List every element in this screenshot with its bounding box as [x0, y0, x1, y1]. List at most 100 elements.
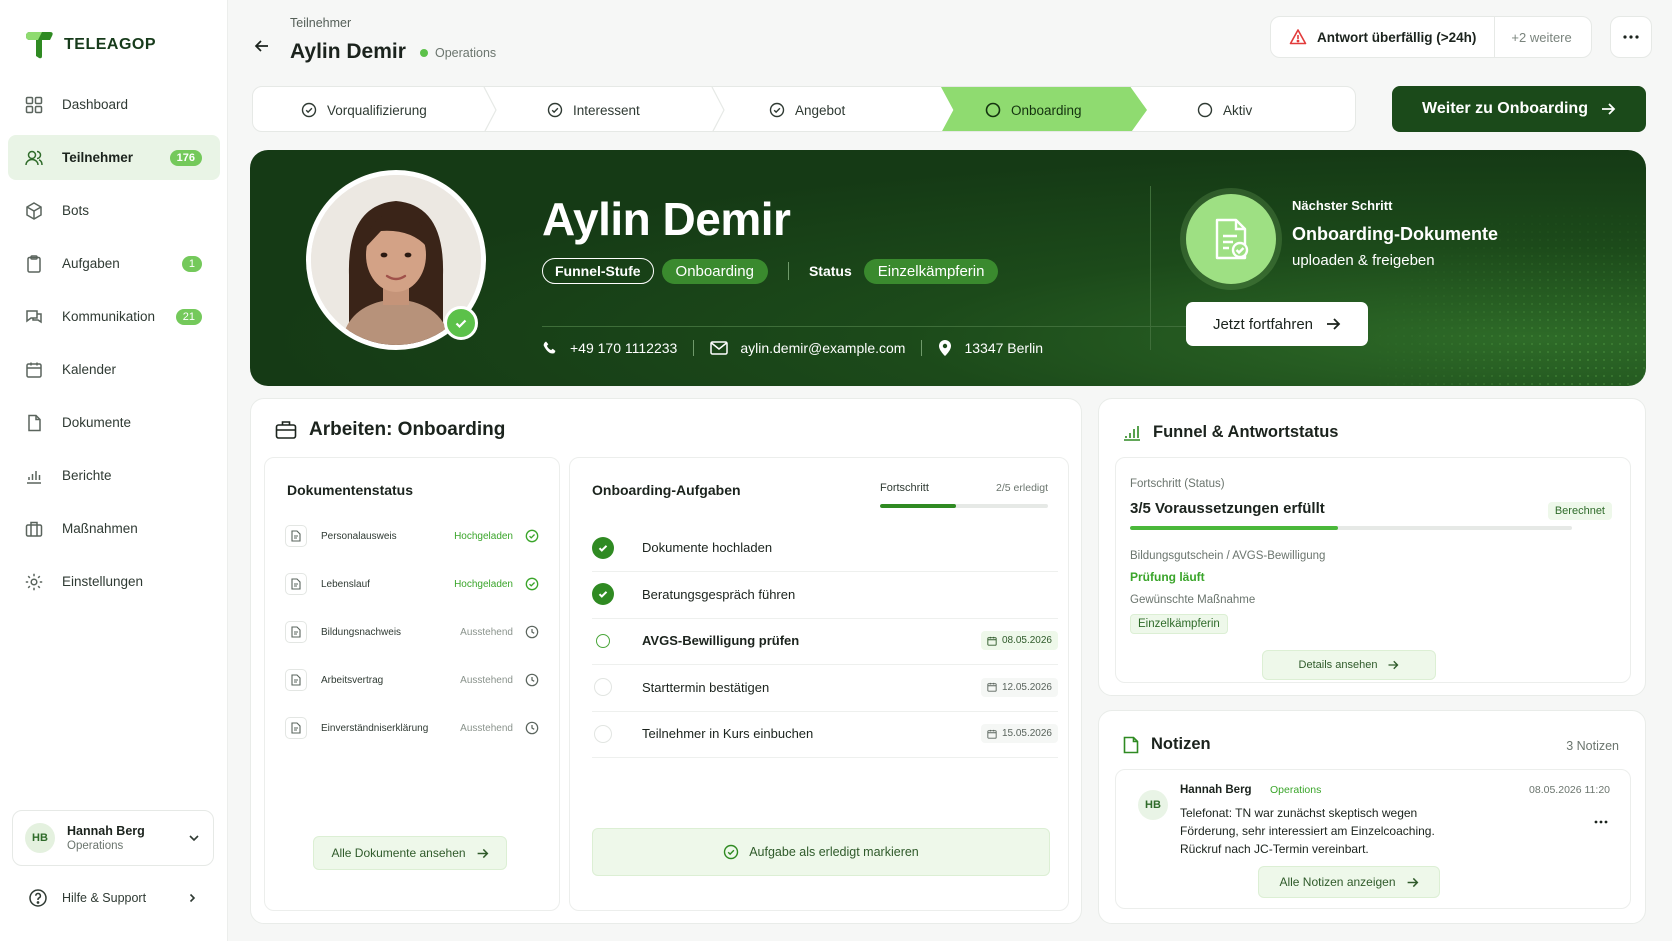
- task-checkbox[interactable]: [594, 678, 612, 696]
- clock-icon: [525, 625, 539, 639]
- continue-button[interactable]: Jetzt fortfahren: [1186, 302, 1368, 346]
- step-angebot[interactable]: Angebot: [769, 87, 845, 131]
- task-row[interactable]: Teilnehmer in Kurs einbuchen 15.05.2026: [592, 710, 1058, 758]
- document-row[interactable]: Lebenslauf Hochgeladen: [285, 572, 539, 596]
- document-icon: [285, 525, 307, 547]
- task-due-date: 12.05.2026: [980, 677, 1058, 697]
- calendar-icon: [987, 682, 997, 692]
- breadcrumb[interactable]: Teilnehmer: [290, 16, 351, 30]
- status-tags: Funnel-Stufe Onboarding Status Einzelkäm…: [542, 258, 999, 284]
- document-icon: [285, 717, 307, 739]
- task-name: Teilnehmer in Kurs einbuchen: [642, 726, 814, 741]
- continue-label: Jetzt fortfahren: [1212, 315, 1314, 333]
- document-icon: [285, 573, 307, 595]
- user-menu[interactable]: HB Hannah Berg Operations: [12, 810, 214, 866]
- note-options-button[interactable]: [1594, 820, 1608, 824]
- overdue-alert[interactable]: Antwort überfällig (>24h): [1271, 17, 1496, 57]
- measure-label: Gewünschte Maßnahme: [1130, 594, 1256, 606]
- button-label: Aufgabe als erledigt markieren: [749, 845, 919, 859]
- next-step-icon-wrapper: [1186, 194, 1276, 284]
- task-name: Beratungsgespräch führen: [642, 586, 796, 602]
- chevron-right-icon: [189, 893, 196, 903]
- email-contact[interactable]: aylin.demir@example.com: [710, 340, 905, 356]
- measure-badge: Einzelkämpferin: [1130, 614, 1228, 634]
- arrow-right-icon: [1601, 103, 1616, 115]
- sidebar-item-dashboard[interactable]: Dashboard: [8, 82, 220, 127]
- document-icon: [285, 621, 307, 643]
- task-done-icon[interactable]: [592, 583, 614, 605]
- all-notes-button[interactable]: Alle Notizen anzeigen: [1258, 866, 1440, 898]
- funnel-stepper: Vorqualifizierung Interessent Angebot On…: [252, 86, 1356, 132]
- step-onboarding[interactable]: Onboarding: [985, 87, 1082, 131]
- team-indicator: Operations: [420, 46, 496, 60]
- task-row[interactable]: Dokumente hochladen: [592, 524, 1058, 572]
- sidebar-item-label: Teilnehmer: [62, 150, 134, 165]
- sidebar-item-kommunikation[interactable]: Kommunikation 21: [8, 294, 220, 339]
- sidebar-item-label: Aufgaben: [62, 256, 120, 271]
- document-row[interactable]: Einverständniserklärung Ausstehend: [285, 716, 539, 740]
- phone-contact[interactable]: +49 170 1112233: [542, 340, 677, 356]
- chevron-down-icon: [189, 835, 199, 842]
- details-button[interactable]: Details ansehen: [1262, 650, 1436, 680]
- funnel-panel: Funnel & Antwortstatus Fortschritt (Stat…: [1098, 398, 1646, 696]
- step-aktiv[interactable]: Aktiv: [1197, 87, 1252, 131]
- step-label: Onboarding: [1011, 102, 1082, 118]
- note-line: Förderung, sehr interessiert am Einzelco…: [1180, 824, 1435, 838]
- help-label: Hilfe & Support: [62, 891, 147, 905]
- participant-name: Aylin Demir: [542, 193, 791, 245]
- progress-fill: [880, 504, 956, 508]
- sidebar-item-massnahmen[interactable]: Maßnahmen: [8, 506, 220, 551]
- sidebar-item-bots[interactable]: Bots: [8, 188, 220, 233]
- profile-hero: Aylin Demir Funnel-Stufe Onboarding Stat…: [250, 150, 1646, 386]
- arrow-right-icon: [1388, 660, 1399, 670]
- advance-stage-button[interactable]: Weiter zu Onboarding: [1392, 86, 1646, 132]
- back-arrow-icon[interactable]: [252, 36, 272, 56]
- task-open-checkbox[interactable]: [596, 633, 610, 648]
- task-checkbox[interactable]: [594, 724, 612, 743]
- document-status: Hochgeladen: [454, 530, 513, 542]
- sidebar-item-dokumente[interactable]: Dokumente: [8, 400, 220, 445]
- document-status: Hochgeladen: [454, 578, 513, 590]
- mark-task-done-button[interactable]: Aufgabe als erledigt markieren: [592, 828, 1050, 876]
- button-label: Alle Dokumente ansehen: [331, 846, 466, 860]
- divider: [921, 340, 923, 356]
- step-vorqualifizierung[interactable]: Vorqualifizierung: [301, 87, 427, 131]
- document-row[interactable]: Personalausweis Hochgeladen: [285, 524, 539, 548]
- count-badge: 21: [175, 308, 202, 325]
- document-status: Ausstehend: [460, 626, 513, 638]
- notes-panel-header: Notizen: [1123, 735, 1211, 754]
- document-row[interactable]: Arbeitsvertrag Ausstehend: [285, 668, 539, 692]
- task-due-date: 08.05.2026: [980, 631, 1058, 650]
- sidebar-item-berichte[interactable]: Berichte: [8, 453, 220, 498]
- button-label: Details ansehen: [1298, 659, 1378, 671]
- sidebar-item-kalender[interactable]: Kalender: [8, 347, 220, 392]
- sidebar-item-teilnehmer[interactable]: Teilnehmer 176: [8, 135, 220, 180]
- sidebar-item-label: Bots: [62, 203, 90, 218]
- task-row[interactable]: Beratungsgespräch führen: [592, 571, 1058, 619]
- task-due-date: 15.05.2026: [980, 724, 1058, 743]
- more-alerts-link[interactable]: +2 weitere: [1495, 30, 1587, 45]
- note-team: Operations: [1270, 784, 1322, 796]
- alert-text: Antwort überfällig (>24h): [1317, 29, 1477, 45]
- more-options-button[interactable]: [1610, 16, 1652, 58]
- sidebar-item-aufgaben[interactable]: Aufgaben 1: [8, 241, 220, 286]
- bar-chart-icon: [1124, 425, 1140, 441]
- task-date-text: 15.05.2026: [1001, 728, 1052, 739]
- document-row[interactable]: Bildungsnachweis Ausstehend: [285, 620, 539, 644]
- sidebar-item-einstellungen[interactable]: Einstellungen: [8, 559, 220, 604]
- brand-logo[interactable]: TELEAGOP: [24, 30, 156, 60]
- help-support-link[interactable]: Hilfe & Support: [28, 888, 198, 908]
- task-done-icon[interactable]: [592, 536, 614, 559]
- task-row[interactable]: AVGS-Bewilligung prüfen 08.05.2026: [592, 617, 1058, 665]
- next-step-subtitle: uploaden & freigeben: [1292, 252, 1435, 269]
- all-documents-button[interactable]: Alle Dokumente ansehen: [313, 836, 507, 870]
- user-info: Hannah Berg Operations: [67, 824, 187, 852]
- step-interessent[interactable]: Interessent: [547, 87, 640, 131]
- funnel-stage-label: Funnel-Stufe: [542, 258, 654, 284]
- task-row[interactable]: Starttermin bestätigen 12.05.2026: [592, 664, 1058, 712]
- task-date-text: 12.05.2026: [1001, 681, 1052, 693]
- step-divider: [711, 87, 725, 131]
- task-date-text: 08.05.2026: [1001, 635, 1052, 646]
- calculated-badge: Berechnet: [1547, 502, 1612, 520]
- phone-number: +49 170 1112233: [570, 340, 678, 356]
